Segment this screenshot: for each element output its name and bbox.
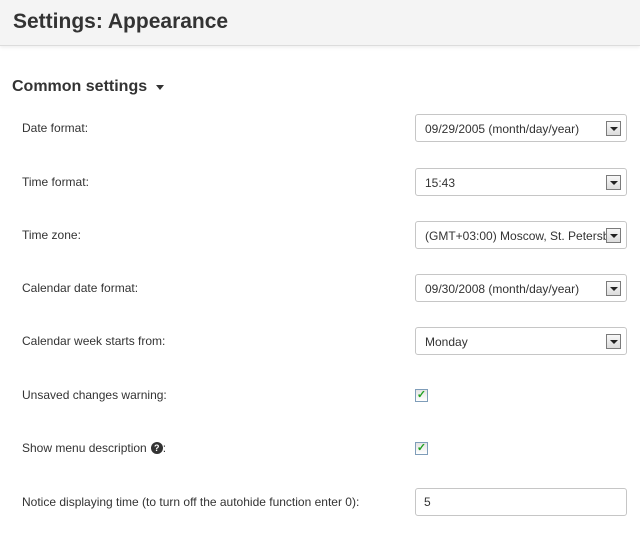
- notice-time-input[interactable]: [415, 488, 627, 516]
- chevron-down-icon[interactable]: [606, 228, 621, 243]
- time-zone-value: (GMT+03:00) Moscow, St. Petersburg: [425, 229, 607, 243]
- calendar-week-start-row: Calendar week starts from: Monday: [0, 327, 640, 357]
- chevron-down-icon[interactable]: [606, 175, 621, 190]
- check-icon: ✓: [416, 389, 427, 401]
- date-format-select[interactable]: 09/29/2005 (month/day/year): [415, 114, 627, 142]
- page-header: Settings: Appearance: [0, 0, 640, 46]
- calendar-week-start-value: Monday: [425, 335, 468, 349]
- chevron-down-icon[interactable]: [606, 281, 621, 296]
- calendar-date-format-label: Calendar date format:: [22, 281, 139, 295]
- calendar-week-start-label: Calendar week starts from:: [22, 334, 166, 348]
- date-format-value: 09/29/2005 (month/day/year): [425, 122, 580, 136]
- time-zone-label: Time zone:: [22, 228, 81, 242]
- caret-down-icon: [156, 84, 165, 90]
- date-format-row: Date format: 09/29/2005 (month/day/year): [0, 114, 640, 144]
- time-format-row: Time format: 15:43: [0, 168, 640, 198]
- question-circle-icon[interactable]: ?: [150, 442, 163, 454]
- time-zone-row: Time zone: (GMT+03:00) Moscow, St. Peter…: [0, 221, 640, 251]
- time-zone-select[interactable]: (GMT+03:00) Moscow, St. Petersburg: [415, 221, 627, 249]
- notice-time-row: Notice displaying time (to turn off the …: [0, 488, 640, 518]
- label-colon: :: [162, 441, 167, 455]
- show-menu-description-row: Show menu description ? : ✓: [0, 434, 640, 464]
- unsaved-changes-warning-row: Unsaved changes warning: ✓: [0, 381, 640, 411]
- calendar-date-format-select[interactable]: 09/30/2008 (month/day/year): [415, 274, 627, 302]
- show-menu-description-label: Show menu description: [22, 441, 147, 455]
- unsaved-changes-warning-label: Unsaved changes warning:: [22, 388, 167, 402]
- check-icon: ✓: [416, 442, 427, 454]
- chevron-down-icon[interactable]: [606, 334, 621, 349]
- notice-time-label: Notice displaying time (to turn off the …: [22, 495, 360, 509]
- time-format-label: Time format:: [22, 175, 89, 189]
- calendar-date-format-row: Calendar date format: 09/30/2008 (month/…: [0, 274, 640, 304]
- show-menu-description-checkbox[interactable]: ✓: [415, 442, 428, 455]
- show-menu-description-label-group: Show menu description ? :: [22, 441, 166, 455]
- calendar-date-format-value: 09/30/2008 (month/day/year): [425, 282, 580, 296]
- section-toggle-common-settings[interactable]: Common settings: [12, 78, 165, 96]
- page-title: Settings: Appearance: [13, 10, 229, 33]
- date-format-label: Date format:: [22, 121, 89, 135]
- unsaved-changes-warning-checkbox[interactable]: ✓: [415, 389, 428, 402]
- chevron-down-icon[interactable]: [606, 121, 621, 136]
- section-title: Common settings: [12, 78, 148, 95]
- time-format-value: 15:43: [425, 176, 456, 190]
- calendar-week-start-select[interactable]: Monday: [415, 327, 627, 355]
- time-format-select[interactable]: 15:43: [415, 168, 627, 196]
